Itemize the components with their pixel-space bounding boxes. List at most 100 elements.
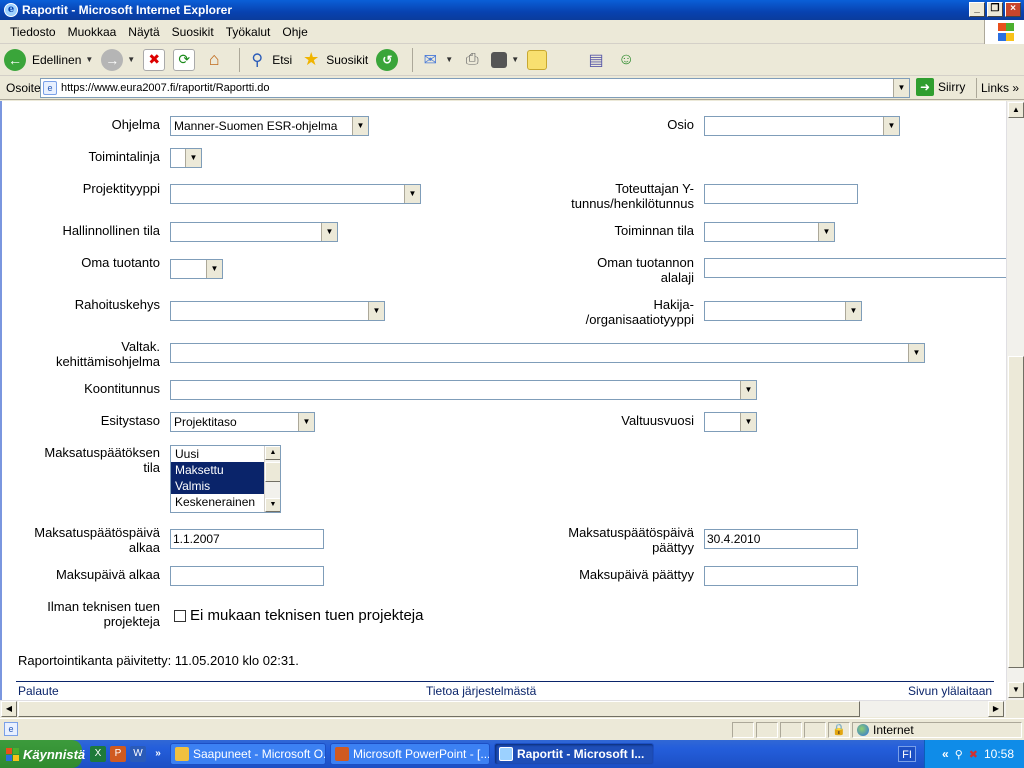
- scroll-down-icon[interactable]: ▼: [1008, 682, 1024, 698]
- koontitunnus-select[interactable]: ▼: [170, 380, 757, 400]
- menu-muokkaa[interactable]: Muokkaa: [62, 25, 123, 39]
- lock-icon: 🔒: [828, 722, 850, 738]
- taskbar: Käynnistä X P W » Saapuneet - Microsoft …: [0, 740, 1024, 768]
- task-powerpoint[interactable]: Microsoft PowerPoint - [...: [330, 743, 490, 765]
- menu-tiedosto[interactable]: Tiedosto: [4, 25, 62, 39]
- powerpoint-icon[interactable]: P: [110, 746, 126, 762]
- print-button[interactable]: ⎙: [461, 49, 483, 71]
- close-button[interactable]: ×: [1005, 2, 1021, 17]
- zone-cell: Internet: [852, 722, 1022, 738]
- scroll-up-icon[interactable]: ▲: [265, 446, 280, 460]
- messenger-button[interactable]: ☺: [615, 49, 637, 71]
- home-button[interactable]: ⌂: [203, 49, 225, 71]
- toolbar-separator: [412, 47, 414, 72]
- horizontal-scrollbar[interactable]: ◀ ▶: [0, 700, 1006, 717]
- ie-icon: e: [4, 3, 18, 17]
- back-arrow-icon: ←: [4, 48, 26, 71]
- page-icon: e: [4, 722, 18, 736]
- hallinnollinen-select[interactable]: ▼: [170, 222, 338, 242]
- horizontal-scroll-thumb[interactable]: [18, 701, 860, 717]
- chevron-down-icon: ▼: [127, 55, 136, 64]
- word-icon[interactable]: W: [130, 746, 146, 762]
- ohjelma-select[interactable]: Manner-Suomen ESR-ohjelma ▼: [170, 116, 369, 136]
- status-cell: [732, 722, 754, 738]
- mp-alkaa-input[interactable]: 1.1.2007: [170, 529, 324, 549]
- projektityyppi-select[interactable]: ▼: [170, 184, 421, 204]
- chevron-down-icon[interactable]: ▼: [893, 79, 909, 97]
- address-input[interactable]: e https://www.eura2007.fi/raportit/Rapor…: [40, 78, 910, 98]
- valtak-select[interactable]: ▼: [170, 343, 925, 363]
- task-powerpoint-label: Microsoft PowerPoint - [...: [353, 747, 490, 761]
- scroll-thumb[interactable]: [265, 462, 280, 482]
- forward-button[interactable]: → ▼: [101, 48, 136, 71]
- stop-button[interactable]: ✖: [143, 48, 166, 71]
- toimintalinja-select[interactable]: ▼: [170, 148, 202, 168]
- history-button[interactable]: ↺: [376, 48, 399, 71]
- minimize-button[interactable]: _: [969, 2, 985, 17]
- go-button[interactable]: ➜ Siirry: [916, 78, 965, 96]
- toteuttaja-input[interactable]: [704, 184, 858, 204]
- menu-tyokalut[interactable]: Työkalut: [220, 25, 277, 39]
- listbox-option[interactable]: Keskenerainen: [171, 494, 264, 510]
- maksatus-tila-listbox[interactable]: Uusi Maksettu Valmis Keskenerainen ▲ ▼: [170, 445, 281, 513]
- listbox-option-selected[interactable]: Valmis: [171, 478, 264, 494]
- koontitunnus-label: Koontitunnus: [84, 381, 160, 396]
- network-icon[interactable]: ✖: [969, 748, 978, 761]
- window-titlebar: e Raportit - Microsoft Internet Explorer…: [0, 0, 1024, 20]
- chevron-left-icon[interactable]: «: [942, 747, 949, 761]
- oman-alalaji-input[interactable]: [704, 258, 1007, 278]
- osio-label: Osio: [667, 117, 694, 132]
- maksupaiva-alkaa-input[interactable]: [170, 566, 324, 586]
- scroll-down-icon[interactable]: ▼: [265, 498, 280, 512]
- tekninen-checkbox-label[interactable]: Ei mukaan teknisen tuen projekteja: [190, 607, 423, 624]
- oma-tuotanto-select[interactable]: ▼: [170, 259, 223, 279]
- valtuusvuosi-select[interactable]: ▼: [704, 412, 757, 432]
- excel-icon[interactable]: X: [90, 746, 106, 762]
- refresh-icon: ⟳: [173, 48, 196, 71]
- hakija-select[interactable]: ▼: [704, 301, 862, 321]
- outlook-icon: [175, 747, 189, 761]
- scroll-right-icon[interactable]: ▶: [988, 701, 1004, 717]
- sivun-ylalaitaan-link[interactable]: Sivun ylälaitaan: [908, 684, 992, 698]
- listbox-option[interactable]: Uusi: [171, 446, 264, 462]
- language-indicator[interactable]: FI: [898, 746, 916, 762]
- tekninen-checkbox[interactable]: [174, 610, 186, 622]
- scroll-up-icon[interactable]: ▲: [1008, 102, 1024, 118]
- search-icon[interactable]: ⚲: [955, 748, 963, 761]
- rahoituskehys-select[interactable]: ▼: [170, 301, 385, 321]
- refresh-button[interactable]: ⟳: [173, 48, 196, 71]
- discuss-button[interactable]: [527, 49, 548, 70]
- palaute-link[interactable]: Palaute: [18, 684, 59, 698]
- chevron-right-icon[interactable]: »: [150, 746, 166, 762]
- vertical-scrollbar[interactable]: ▲ ▼: [1006, 101, 1024, 700]
- back-button[interactable]: ← Edellinen ▼: [4, 48, 93, 71]
- vertical-scroll-thumb[interactable]: [1008, 356, 1024, 668]
- menu-suosikit[interactable]: Suosikit: [166, 25, 220, 39]
- mail-button[interactable]: ✉ ▼: [419, 49, 454, 71]
- esitystaso-select[interactable]: Projektitaso ▼: [170, 412, 315, 432]
- toimintalinja-label: Toimintalinja: [88, 149, 160, 164]
- toiminnan-select[interactable]: ▼: [704, 222, 835, 242]
- osio-select[interactable]: ▼: [704, 116, 900, 136]
- task-outlook[interactable]: Saapuneet - Microsoft O...: [170, 743, 326, 765]
- links-button[interactable]: Links »: [976, 78, 1019, 98]
- menu-nayta[interactable]: Näytä: [122, 25, 165, 39]
- mp-paattyy-input[interactable]: 30.4.2010: [704, 529, 858, 549]
- tietoa-link[interactable]: Tietoa järjestelmästä: [426, 684, 536, 698]
- menu-ohje[interactable]: Ohje: [276, 25, 313, 39]
- start-button[interactable]: Käynnistä: [0, 740, 85, 768]
- chevron-down-icon: ▼: [740, 413, 756, 431]
- listbox-option-selected[interactable]: Maksettu: [171, 462, 264, 478]
- task-raportit[interactable]: Raportit - Microsoft I...: [494, 743, 654, 765]
- chevron-down-icon: ▼: [908, 344, 924, 362]
- scroll-left-icon[interactable]: ◀: [1, 701, 17, 717]
- favorites-button[interactable]: ★ Suosikit: [300, 49, 368, 71]
- listbox-scrollbar[interactable]: ▲ ▼: [264, 446, 280, 512]
- restore-button[interactable]: ❐: [987, 2, 1003, 17]
- status-cell: [756, 722, 778, 738]
- research-button[interactable]: ▤: [585, 49, 607, 71]
- search-button[interactable]: ⚲ Etsi: [246, 49, 292, 71]
- edit-button[interactable]: ▼: [491, 51, 519, 68]
- chevron-down-icon: ▼: [404, 185, 420, 203]
- maksupaiva-paattyy-input[interactable]: [704, 566, 858, 586]
